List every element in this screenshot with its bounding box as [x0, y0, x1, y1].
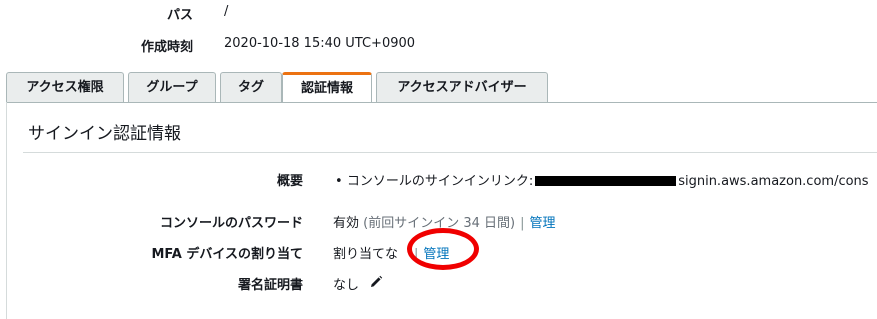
- path-label: パス: [166, 8, 193, 23]
- tab-security-credentials[interactable]: 認証情報: [282, 72, 372, 103]
- console-password-status: 有効: [333, 216, 360, 231]
- signing-certificate-value: なし: [333, 274, 383, 295]
- separator: |: [520, 216, 525, 231]
- section-divider: [23, 152, 877, 153]
- redacted-account-id: [535, 175, 677, 186]
- signin-link-suffix[interactable]: signin.aws.amazon.com/cons: [678, 174, 868, 189]
- path-value: /: [224, 4, 229, 19]
- iam-user-page: パス / 作成時刻 2020-10-18 15:40 UTC+0900 アクセス…: [0, 0, 877, 319]
- mfa-label: MFA デバイスの割り当て: [151, 247, 303, 262]
- overview-label: 概要: [276, 174, 303, 189]
- tab-permissions[interactable]: アクセス権限: [6, 72, 124, 102]
- manage-console-password-link[interactable]: 管理: [530, 216, 556, 231]
- console-password-label: コンソールのパスワード: [159, 216, 303, 231]
- tab-access-advisor[interactable]: アクセスアドバイザー: [376, 72, 548, 102]
- annotation-circle: [407, 228, 479, 270]
- created-label: 作成時刻: [140, 40, 193, 55]
- signing-certificate-status: なし: [333, 278, 360, 293]
- tab-divider: [6, 102, 877, 103]
- signin-link-prefix: コンソールのサインインリンク:: [346, 174, 534, 189]
- pencil-icon[interactable]: [369, 275, 383, 293]
- mfa-assignment: 割り当てな: [333, 247, 399, 262]
- tab-groups[interactable]: グループ: [128, 72, 216, 102]
- overview-value: • コンソールのサインインリンク: signin.aws.amazon.com/c…: [335, 170, 877, 189]
- signing-certificate-label: 署名証明書: [237, 278, 303, 293]
- tab-tags[interactable]: タグ: [220, 72, 282, 102]
- bullet: •: [335, 174, 343, 189]
- created-value: 2020-10-18 15:40 UTC+0900: [224, 36, 416, 51]
- section-title: サインイン認証情報: [28, 124, 181, 144]
